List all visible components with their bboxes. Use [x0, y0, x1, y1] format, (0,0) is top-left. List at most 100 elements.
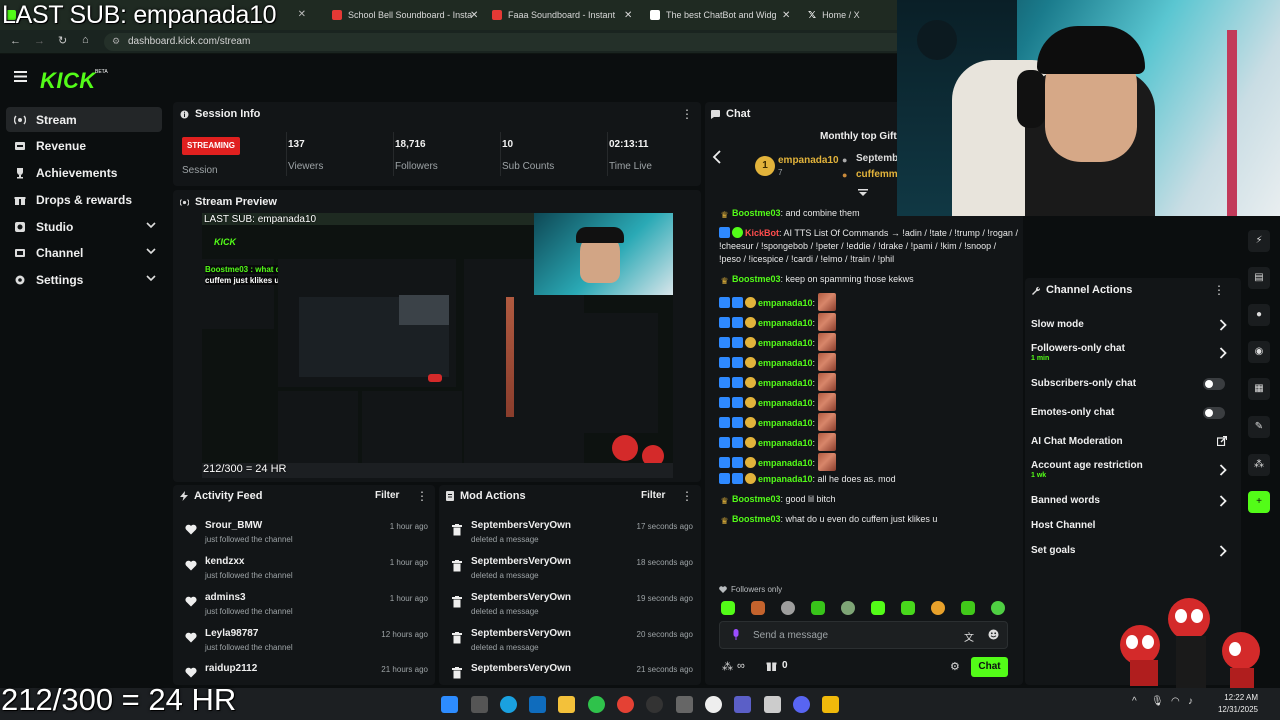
chevron-right-icon[interactable] — [1219, 319, 1227, 331]
wrench-icon[interactable]: ✎ — [1248, 416, 1270, 438]
top-gifter-name[interactable]: Septemb — [856, 153, 898, 164]
obs-icon[interactable] — [646, 696, 663, 713]
outlook-icon[interactable] — [529, 696, 546, 713]
subscribers-only-toggle[interactable] — [1203, 378, 1225, 390]
external-link-icon[interactable] — [1217, 436, 1227, 446]
activity-filter-button[interactable]: Filter — [375, 490, 399, 501]
close-tab-chatbot-icon[interactable]: ✕ — [782, 4, 794, 26]
mod-actions-filter-button[interactable]: Filter — [641, 490, 665, 501]
xbox-icon[interactable] — [588, 696, 605, 713]
task-view-icon[interactable] — [471, 696, 488, 713]
chrome-icon[interactable] — [617, 696, 634, 713]
windows-start-icon[interactable] — [441, 696, 458, 713]
emotes-only-row[interactable]: Emotes-only chat — [1031, 407, 1231, 421]
browser-tab-chatbot[interactable]: The best ChatBot and Widgets — [650, 4, 776, 26]
edge-icon[interactable] — [500, 696, 517, 713]
stream-preview-video[interactable]: LAST SUB: empanada10 KICK Boostme03 : wh… — [202, 213, 673, 478]
followers-only-row[interactable]: Followers-only chat 1 min — [1031, 343, 1231, 367]
chat-message[interactable]: empanada10: — [719, 313, 1019, 331]
broadcast-icon[interactable]: ◉ — [1248, 341, 1270, 363]
top-gifter-name[interactable]: empanada10 — [778, 155, 839, 166]
emote-icon[interactable] — [841, 601, 855, 615]
chevron-down-icon[interactable] — [146, 246, 156, 256]
chat-message[interactable]: empanada10: — [719, 453, 1019, 471]
sidebar-item-achievements[interactable]: Achievements — [6, 160, 162, 185]
tray-chevron-icon[interactable]: ^ — [1132, 696, 1137, 707]
channel-actions-menu-icon[interactable]: ⋮ — [1213, 284, 1225, 296]
emote-icon[interactable] — [781, 601, 795, 615]
teams-icon[interactable] — [734, 696, 751, 713]
emote-icon[interactable] — [721, 601, 735, 615]
emote-icon[interactable] — [901, 601, 915, 615]
url-field[interactable]: ⚙ dashboard.kick.com/stream — [104, 33, 904, 51]
chevron-down-icon[interactable] — [146, 220, 156, 230]
browser-tab-x[interactable]: 𝕏 Home / X — [808, 4, 888, 26]
emote-icon[interactable] — [751, 601, 765, 615]
sidebar-item-revenue[interactable]: Revenue — [6, 133, 162, 158]
chat-message[interactable]: empanada10: all he does as. mod — [719, 473, 1019, 486]
top-gifter-name[interactable]: cuffemm — [856, 169, 898, 180]
sidebar-item-studio[interactable]: Studio — [6, 214, 162, 239]
send-chat-button[interactable]: Chat — [971, 657, 1008, 677]
chevron-right-icon[interactable] — [1219, 495, 1227, 507]
close-tab-icon[interactable]: ✕ — [298, 9, 306, 20]
app-icon[interactable] — [764, 696, 781, 713]
mod-actions-menu-icon[interactable]: ⋮ — [681, 490, 693, 502]
emote-icon[interactable] — [931, 601, 945, 615]
chat-message[interactable]: empanada10: — [719, 433, 1019, 451]
chat-bubble-icon[interactable]: ● — [1248, 304, 1270, 326]
chat-message[interactable]: ♛ Boostme03: good lil bitch — [719, 493, 1019, 506]
chat-message[interactable]: empanada10: — [719, 373, 1019, 391]
hamburger-menu-icon[interactable] — [14, 71, 27, 82]
site-info-icon[interactable]: ⚙ — [112, 36, 120, 47]
discord-icon[interactable] — [793, 696, 810, 713]
gift-icon[interactable] — [766, 660, 777, 671]
chat-settings-icon[interactable]: ⚙ — [950, 660, 960, 673]
session-menu-icon[interactable]: ⋮ — [681, 108, 693, 120]
chat-message[interactable]: ♛ Boostme03: what do u even do cuffem jus… — [719, 513, 1019, 526]
chat-message[interactable]: KickBot: AI TTS List Of Commands → !adin… — [719, 227, 1019, 266]
forward-arrow-icon[interactable]: → — [34, 35, 45, 47]
infinity-icon[interactable]: ∞ — [737, 660, 745, 672]
translate-icon[interactable]: 文 — [964, 629, 974, 644]
users-icon[interactable]: ⁂ — [722, 660, 733, 673]
add-widget-icon[interactable]: + — [1248, 491, 1270, 513]
chevron-left-icon[interactable] — [712, 150, 722, 164]
kick-logo[interactable]: KICK — [40, 68, 96, 94]
account-age-row[interactable]: Account age restriction 1 wk — [1031, 460, 1231, 484]
wifi-icon[interactable]: ◠ — [1171, 696, 1180, 707]
ai-moderation-row[interactable]: AI Chat Moderation — [1031, 436, 1231, 450]
emote-icon[interactable] — [811, 601, 825, 615]
file-explorer-icon[interactable] — [558, 696, 575, 713]
sidebar-item-stream[interactable]: Stream — [6, 107, 162, 132]
users-icon[interactable]: ⁂ — [1248, 454, 1270, 476]
close-tab-school-bell-icon[interactable]: ✕ — [470, 4, 482, 26]
host-channel-row[interactable]: Host Channel — [1031, 520, 1231, 534]
collapse-pinned-icon[interactable] — [858, 188, 868, 198]
chevron-down-icon[interactable] — [146, 273, 156, 283]
activity-menu-icon[interactable]: ⋮ — [416, 490, 428, 502]
reload-icon[interactable]: ↻ — [58, 34, 67, 47]
store-icon[interactable] — [676, 696, 693, 713]
subscribers-only-row[interactable]: Subscribers-only chat — [1031, 378, 1231, 392]
chat-message-input[interactable]: Send a message 文 — [719, 621, 1008, 649]
slow-mode-row[interactable]: Slow mode — [1031, 319, 1231, 333]
taskbar-clock[interactable]: 12:22 AM 12/31/2025 — [1212, 693, 1258, 714]
chevron-right-icon[interactable] — [1219, 464, 1227, 476]
browser-tab-school-bell[interactable]: School Bell Soundboard - Instant — [332, 4, 472, 26]
bolt-icon[interactable]: ⚡ — [1248, 230, 1270, 252]
microphone-icon[interactable]: 🎙 — [1151, 696, 1164, 707]
close-tab-faaa-icon[interactable]: ✕ — [624, 4, 636, 26]
emote-icon[interactable] — [961, 601, 975, 615]
chat-message[interactable]: empanada10: — [719, 293, 1019, 311]
chat-message[interactable]: ♛ Boostme03: keep on spamming those kekws — [719, 273, 1019, 286]
back-arrow-icon[interactable]: ← — [10, 35, 21, 47]
emoji-picker-icon[interactable] — [988, 629, 999, 640]
emote-icon[interactable] — [991, 601, 1005, 615]
sidebar-item-settings[interactable]: Settings — [6, 267, 162, 292]
chevron-right-icon[interactable] — [1219, 347, 1227, 359]
emote-icon[interactable] — [871, 601, 885, 615]
chat-message[interactable]: empanada10: — [719, 333, 1019, 351]
chat-message[interactable]: empanada10: — [719, 353, 1019, 371]
sidebar-item-channel[interactable]: Channel — [6, 240, 162, 265]
